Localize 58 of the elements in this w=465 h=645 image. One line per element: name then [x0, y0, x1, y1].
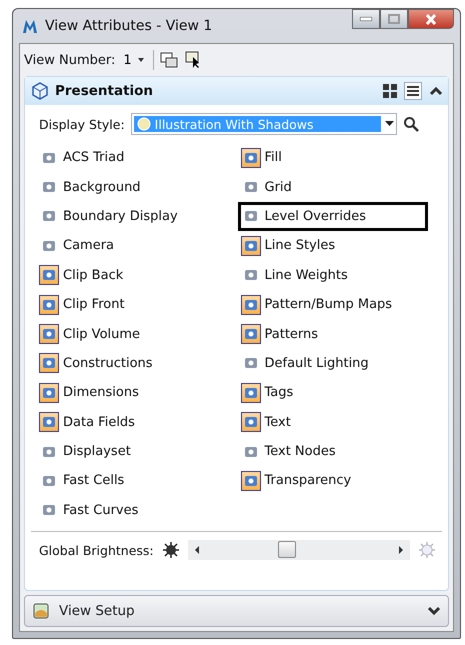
search-icon[interactable]	[402, 116, 419, 132]
display-option[interactable]: Level Overrides	[238, 202, 428, 232]
display-option[interactable]: Text Nodes	[238, 436, 428, 466]
display-option[interactable]: Text	[238, 408, 428, 437]
display-option[interactable]: Clip Back	[36, 260, 226, 290]
display-option[interactable]: Boundary Display	[36, 202, 226, 232]
expand-chevron-icon[interactable]	[428, 606, 440, 616]
cube-icon	[31, 82, 49, 100]
window-title: View Attributes - View 1	[45, 18, 212, 34]
dark-sun-icon	[162, 541, 180, 560]
grid-view-icon[interactable]	[382, 83, 398, 99]
display-option[interactable]: Line Styles	[238, 231, 428, 261]
display-option[interactable]: Transparency	[238, 466, 428, 496]
list-view-icon[interactable]	[404, 82, 422, 100]
windows-icon[interactable]	[160, 52, 178, 68]
sphere-icon	[136, 117, 152, 131]
pointer-icon[interactable]	[184, 51, 202, 69]
left-arrow-icon[interactable]	[194, 546, 200, 554]
maximize-icon	[388, 14, 400, 24]
presentation-title: Presentation	[55, 83, 154, 99]
global-brightness-label: Global Brightness:	[39, 542, 154, 558]
display-option[interactable]: Background	[36, 172, 226, 202]
landscape-icon	[33, 603, 49, 619]
display-option[interactable]: Constructions	[36, 348, 226, 378]
display-style-label: Display Style:	[39, 116, 125, 132]
display-option[interactable]: Dimensions	[36, 378, 226, 408]
close-button[interactable]	[408, 9, 454, 29]
display-option[interactable]: Default Lighting	[238, 348, 428, 378]
caret-icon	[136, 58, 145, 62]
display-option[interactable]: Displayset	[36, 436, 226, 466]
maximize-button[interactable]	[380, 9, 408, 29]
display-option[interactable]: Fast Curves	[36, 496, 226, 526]
view-setup-title: View Setup	[59, 603, 135, 619]
minimize-icon	[360, 17, 372, 21]
view-setup-header[interactable]: View Setup	[24, 595, 449, 627]
display-option[interactable]: Data Fields	[36, 408, 226, 437]
display-option[interactable]: ACS Triad	[36, 143, 226, 172]
display-option[interactable]: Camera	[36, 231, 226, 261]
minimize-button[interactable]	[352, 9, 380, 29]
display-option[interactable]: Tags	[238, 378, 428, 408]
display-option[interactable]: Line Weights	[238, 260, 428, 290]
display-option[interactable]: Fast Cells	[36, 466, 226, 496]
close-icon	[425, 14, 437, 24]
display-option[interactable]: Clip Volume	[36, 319, 226, 349]
display-option[interactable]: Patterns	[238, 319, 428, 349]
view-number-dropdown[interactable]: 1	[121, 52, 147, 68]
display-option[interactable]: Fill	[238, 143, 428, 172]
brightness-slider[interactable]	[188, 540, 410, 560]
right-arrow-icon[interactable]	[398, 546, 404, 554]
presentation-header[interactable]: Presentation	[25, 77, 448, 105]
collapse-chevron-icon[interactable]	[430, 86, 442, 96]
caret-icon	[384, 121, 394, 127]
slider-thumb[interactable]	[278, 541, 296, 558]
view-number-label: View Number:	[24, 52, 116, 68]
display-option[interactable]: Pattern/Bump Maps	[238, 290, 428, 320]
display-option[interactable]: Clip Front	[36, 290, 226, 320]
light-sun-icon	[418, 541, 436, 560]
display-option[interactable]: Grid	[238, 172, 428, 202]
